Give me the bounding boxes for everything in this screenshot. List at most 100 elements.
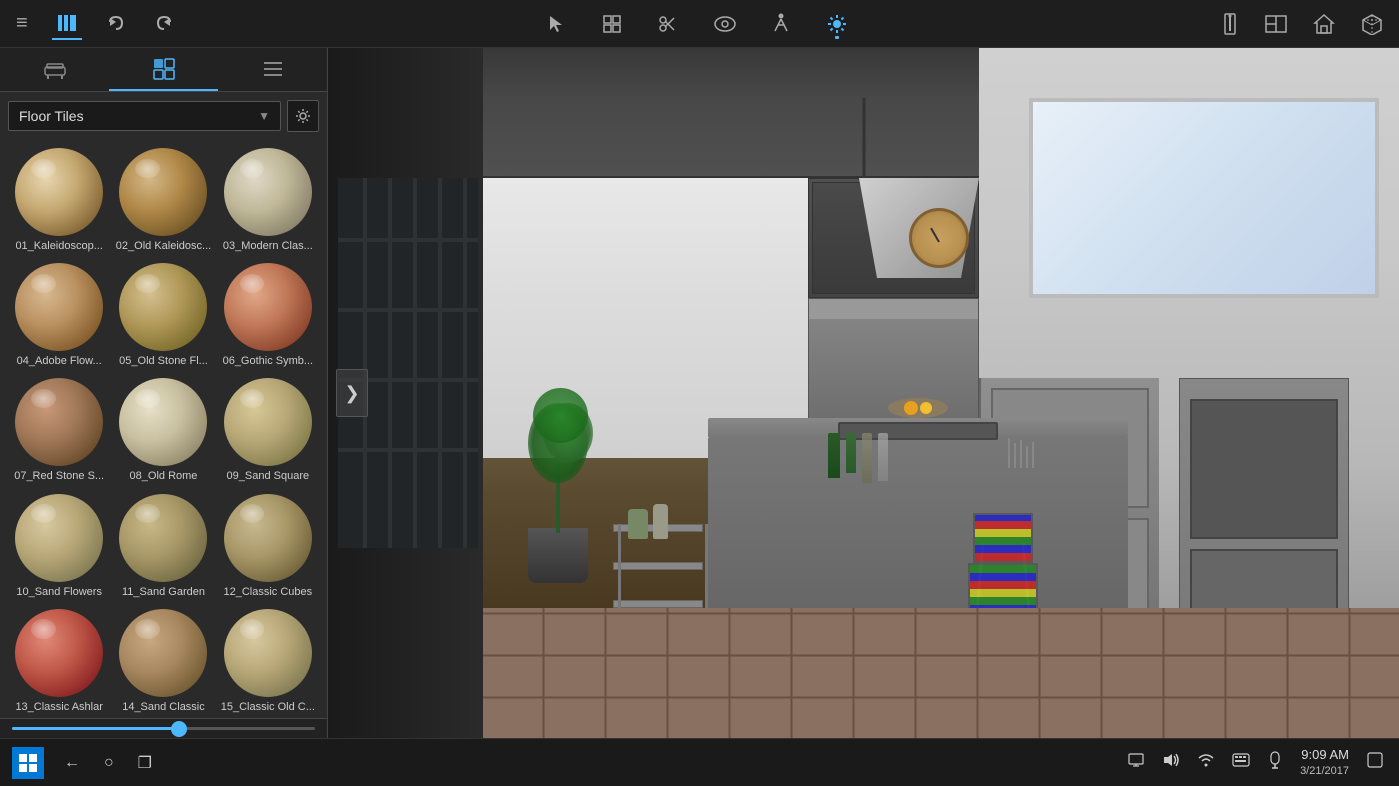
tab-furniture[interactable] — [0, 48, 109, 91]
material-sphere-2 — [119, 148, 207, 236]
settings-button[interactable] — [287, 100, 319, 132]
material-item-15[interactable]: 15_Classic Old C... — [217, 605, 319, 718]
info-icon[interactable] — [1217, 9, 1243, 39]
panel-tabs — [0, 48, 327, 92]
viewport[interactable]: ❯ — [328, 48, 1399, 738]
material-name-7: 07_Red Stone S... — [14, 470, 104, 483]
pen-icon[interactable] — [1264, 749, 1286, 776]
notification-icon[interactable] — [1363, 750, 1387, 775]
system-tray — [1124, 749, 1286, 776]
view-icon[interactable] — [710, 12, 740, 36]
left-panel: Floor Tiles ▼ 01_Kaleidoscop... 02_Old K… — [0, 48, 328, 738]
material-sphere-11 — [119, 494, 207, 582]
chevron-down-icon: ▼ — [258, 109, 270, 123]
material-item-4[interactable]: 04_Adobe Flow... — [8, 259, 110, 372]
category-dropdown[interactable]: Floor Tiles ▼ — [8, 101, 281, 131]
material-name-9: 09_Sand Square — [227, 470, 310, 483]
material-name-4: 04_Adobe Flow... — [17, 355, 102, 368]
floor — [483, 608, 1399, 738]
undo-icon[interactable] — [102, 10, 130, 38]
grid-icon[interactable] — [598, 10, 626, 38]
material-sphere-9 — [224, 378, 312, 466]
material-name-15: 15_Classic Old C... — [221, 701, 315, 714]
material-name-11: 11_Sand Garden — [122, 586, 205, 599]
viewport-nav-arrow[interactable]: ❯ — [336, 369, 368, 417]
cortana-button[interactable]: ○ — [100, 752, 118, 774]
back-button[interactable]: ← — [60, 752, 84, 774]
material-sphere-15 — [224, 609, 312, 697]
home-icon[interactable] — [1309, 9, 1339, 39]
dropdown-row: Floor Tiles ▼ — [0, 92, 327, 140]
keyboard-icon[interactable] — [1228, 751, 1254, 774]
material-item-3[interactable]: 03_Modern Clas... — [217, 144, 319, 257]
material-sphere-12 — [224, 494, 312, 582]
taskbar-left: ← ○ ❐ — [12, 747, 156, 779]
material-item-9[interactable]: 09_Sand Square — [217, 374, 319, 487]
tab-materials[interactable] — [109, 48, 218, 91]
main-content: Floor Tiles ▼ 01_Kaleidoscop... 02_Old K… — [0, 48, 1399, 738]
material-name-6: 06_Gothic Symb... — [223, 355, 314, 368]
material-grid: 01_Kaleidoscop... 02_Old Kaleidosc... 03… — [0, 140, 327, 718]
material-item-10[interactable]: 10_Sand Flowers — [8, 490, 110, 603]
redo-icon[interactable] — [150, 10, 178, 38]
windows-logo-icon — [19, 754, 37, 772]
scissors-icon[interactable] — [654, 10, 682, 38]
material-name-13: 13_Classic Ashlar — [15, 701, 102, 714]
material-item-11[interactable]: 11_Sand Garden — [112, 490, 214, 603]
wall-clock — [909, 208, 969, 268]
material-name-2: 02_Old Kaleidosc... — [116, 240, 211, 253]
material-item-7[interactable]: 07_Red Stone S... — [8, 374, 110, 487]
3d-icon[interactable] — [1357, 9, 1387, 39]
category-label: Floor Tiles — [19, 108, 84, 124]
screen-icon[interactable] — [1124, 751, 1148, 774]
material-item-6[interactable]: 06_Gothic Symb... — [217, 259, 319, 372]
slider-thumb[interactable] — [171, 721, 187, 737]
taskbar: ← ○ ❐ — [0, 738, 1399, 786]
layout-icon[interactable] — [1261, 11, 1291, 37]
material-sphere-5 — [119, 263, 207, 351]
material-sphere-4 — [15, 263, 103, 351]
tab-list[interactable] — [218, 48, 327, 91]
material-item-2[interactable]: 02_Old Kaleidosc... — [112, 144, 214, 257]
kitchen-island — [708, 418, 1128, 618]
time-date-block[interactable]: 9:09 AM 3/21/2017 — [1300, 747, 1349, 778]
walk-icon[interactable] — [768, 9, 794, 39]
material-sphere-8 — [119, 378, 207, 466]
material-name-14: 14_Sand Classic — [122, 701, 205, 714]
material-item-1[interactable]: 01_Kaleidoscop... — [8, 144, 110, 257]
material-name-3: 03_Modern Clas... — [223, 240, 313, 253]
menu-icon[interactable]: ≡ — [12, 8, 32, 39]
material-item-14[interactable]: 14_Sand Classic — [112, 605, 214, 718]
material-sphere-10 — [15, 494, 103, 582]
material-name-1: 01_Kaleidoscop... — [15, 240, 102, 253]
material-name-10: 10_Sand Flowers — [16, 586, 102, 599]
plant — [528, 528, 588, 583]
material-item-5[interactable]: 05_Old Stone Fl... — [112, 259, 214, 372]
task-view-button[interactable]: ❐ — [134, 751, 156, 775]
window-frame — [338, 178, 478, 548]
size-slider-row — [0, 718, 327, 738]
utensil-rack — [1008, 438, 1034, 468]
taskbar-right: 9:09 AM 3/21/2017 — [1124, 747, 1387, 778]
material-sphere-1 — [15, 148, 103, 236]
material-sphere-6 — [224, 263, 312, 351]
sun-icon[interactable] — [822, 9, 852, 39]
material-item-8[interactable]: 08_Old Rome — [112, 374, 214, 487]
material-sphere-14 — [119, 609, 207, 697]
material-sphere-3 — [224, 148, 312, 236]
network-icon[interactable] — [1194, 750, 1218, 775]
library-icon[interactable] — [52, 8, 82, 40]
date-display: 3/21/2017 — [1300, 764, 1349, 778]
time-display: 9:09 AM — [1300, 747, 1349, 764]
top-toolbar: ≡ — [0, 0, 1399, 48]
material-item-12[interactable]: 12_Classic Cubes — [217, 490, 319, 603]
size-slider[interactable] — [12, 727, 315, 730]
start-button[interactable] — [12, 747, 44, 779]
bottles — [828, 433, 888, 483]
volume-icon[interactable] — [1158, 750, 1184, 775]
material-sphere-13 — [15, 609, 103, 697]
material-name-5: 05_Old Stone Fl... — [119, 355, 208, 368]
material-item-13[interactable]: 13_Classic Ashlar — [8, 605, 110, 718]
cart — [613, 524, 713, 608]
select-icon[interactable] — [542, 10, 570, 38]
